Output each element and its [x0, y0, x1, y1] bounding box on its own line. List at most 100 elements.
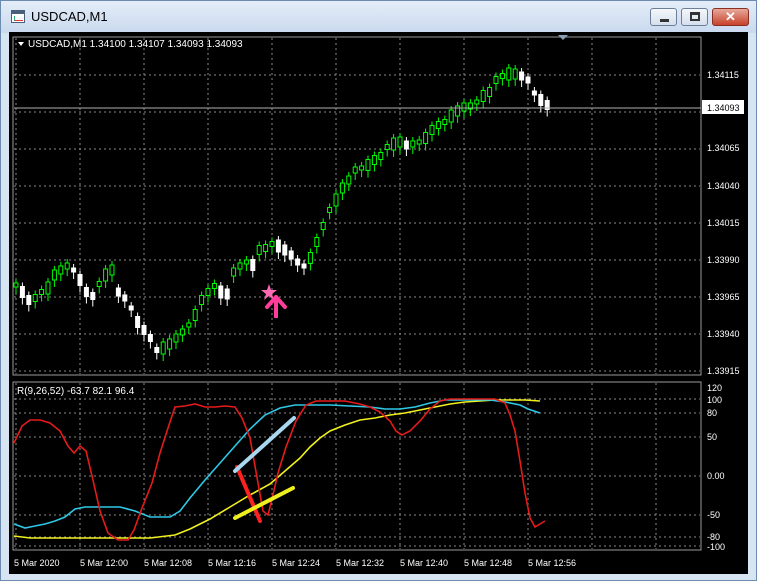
candle-body	[269, 241, 275, 247]
time-label-4: 5 Mar 12:16	[208, 558, 256, 568]
drawn-yellow-trendline[interactable]	[233, 486, 295, 520]
candle-body	[218, 285, 224, 299]
candle-body	[499, 73, 505, 79]
candle-body	[531, 90, 537, 96]
price-panel-frame	[12, 36, 702, 376]
candle-body	[32, 294, 38, 302]
current-price-label: 1.34093	[707, 103, 740, 113]
candle-body	[365, 159, 371, 171]
minimize-button[interactable]	[650, 8, 677, 26]
time-label-5: 5 Mar 12:24	[272, 558, 320, 568]
candle-body	[160, 341, 166, 355]
time-label-8: 5 Mar 12:48	[464, 558, 512, 568]
candle-body	[487, 87, 493, 97]
candle-body	[391, 137, 397, 151]
candle-body	[243, 259, 249, 265]
candle-body	[179, 328, 185, 336]
indicator-label: R(9,26,52) -63.7 82.1 96.4	[17, 386, 135, 397]
price-level-3: 1.34040	[707, 181, 740, 191]
ind-level-120: 120	[707, 383, 722, 393]
candle-body	[224, 288, 230, 300]
ind-level-100: 100	[707, 395, 722, 405]
candle-body	[13, 282, 19, 288]
candle-body	[90, 292, 96, 300]
indicator-cyan-line	[13, 399, 541, 529]
candle-body	[51, 269, 57, 281]
candle-body	[512, 68, 518, 80]
candle-body	[147, 334, 153, 342]
price-level-5: 1.33990	[707, 255, 740, 265]
candle-body	[199, 295, 205, 305]
candle-body	[115, 287, 121, 297]
candle-body	[314, 237, 320, 247]
chart-area[interactable]: USDCAD,M1 1.34100 1.34107 1.34093 1.3409…	[9, 32, 748, 574]
ind-level-50: 50	[707, 432, 717, 442]
candle-body	[352, 166, 358, 174]
candle-body	[397, 136, 403, 148]
candle-body	[58, 265, 64, 275]
candle-body	[282, 244, 288, 256]
ind-level-0: 0.00	[707, 471, 725, 481]
candle-body	[231, 267, 237, 277]
chart-header: USDCAD,M1 1.34100 1.34107 1.34093 1.3409…	[28, 39, 243, 50]
candle-body	[346, 175, 352, 185]
candle-body	[378, 152, 384, 160]
candle-body	[154, 347, 160, 353]
candle-body	[461, 102, 467, 112]
candle-body	[320, 222, 326, 230]
chart-canvas[interactable]: USDCAD,M1 1.34100 1.34107 1.34093 1.3409…	[10, 33, 747, 573]
candle-body	[506, 67, 512, 81]
candle-body	[71, 267, 77, 273]
candle-body	[423, 132, 429, 144]
candle-body	[493, 76, 499, 84]
candle-body	[480, 90, 486, 102]
time-label-7: 5 Mar 12:40	[400, 558, 448, 568]
candle-body	[263, 244, 269, 252]
ind-level-minus80: -80	[707, 532, 720, 542]
candle-body	[333, 193, 339, 207]
candle-body	[416, 139, 422, 145]
candle-body	[410, 140, 416, 148]
candle-body	[211, 283, 217, 289]
candle-body	[19, 286, 25, 298]
candle-body	[109, 264, 115, 276]
symbol-dropdown-icon[interactable]	[18, 42, 24, 46]
candle-body	[103, 268, 109, 282]
candle-body	[250, 259, 256, 271]
candle-body	[186, 322, 192, 328]
ind-level-80: 80	[707, 408, 717, 418]
candle-body	[538, 94, 544, 106]
candle-body	[435, 121, 441, 129]
close-button[interactable]: ✕	[712, 8, 749, 26]
candle-body	[295, 258, 301, 266]
candle-body	[403, 140, 409, 150]
price-level-2: 1.34065	[707, 143, 740, 153]
time-label-3: 5 Mar 12:08	[144, 558, 192, 568]
indicator-yellow-line	[13, 399, 541, 539]
minimize-icon	[660, 19, 669, 22]
time-label-1: 5 Mar 2020	[14, 558, 60, 568]
candle-body	[122, 294, 128, 302]
candle-body	[135, 316, 141, 328]
candle-body	[275, 239, 281, 253]
chart-window-icon	[11, 10, 25, 23]
drawn-lightblue-trendline[interactable]	[233, 416, 296, 473]
ind-level-minus100: -100	[707, 542, 725, 552]
candle-body	[327, 207, 333, 213]
title-bar[interactable]: USDCAD,M1 ✕	[1, 1, 756, 33]
maximize-button[interactable]	[681, 8, 708, 26]
candle-body	[384, 144, 390, 150]
ind-level-minus50: -50	[707, 510, 720, 520]
candle-body	[429, 125, 435, 135]
candle-body	[442, 119, 448, 125]
price-level-7: 1.33940	[707, 329, 740, 339]
time-label-2: 5 Mar 12:00	[80, 558, 128, 568]
time-label-6: 5 Mar 12:32	[336, 558, 384, 568]
candle-body	[339, 182, 345, 194]
candle-body	[77, 274, 83, 286]
candle-body	[141, 325, 147, 335]
price-level-1: 1.34115	[707, 70, 739, 80]
candle-body	[96, 281, 102, 287]
candle-body	[525, 76, 531, 84]
candle-body	[237, 262, 243, 270]
